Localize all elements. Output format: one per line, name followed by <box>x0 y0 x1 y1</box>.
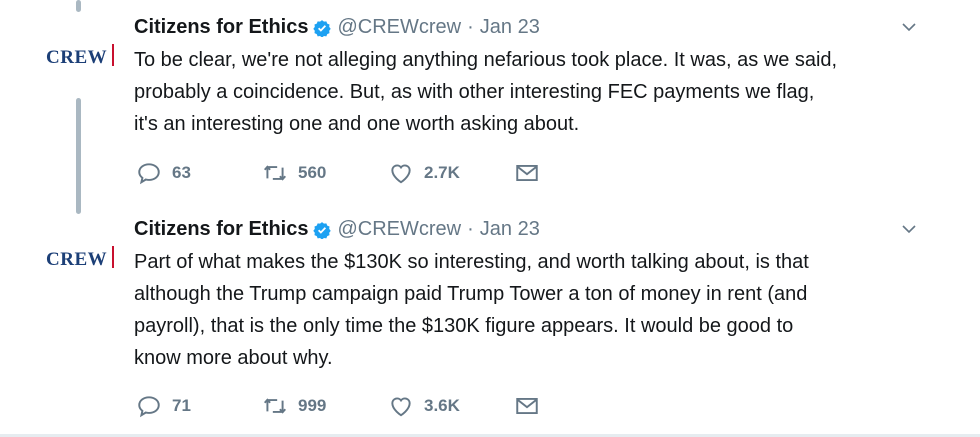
tweet-text-line: payroll), that is the only time the $130… <box>134 315 794 337</box>
retweet-button[interactable]: 999 <box>262 392 326 420</box>
author-handle[interactable]: @CREWcrew <box>337 16 461 39</box>
reply-icon <box>138 163 160 185</box>
retweet-count: 560 <box>298 163 327 182</box>
tweet-text-line: probably a coincidence. But, as with oth… <box>134 81 815 103</box>
heart-icon <box>391 397 411 417</box>
envelope-icon <box>516 164 538 182</box>
like-button[interactable]: 2.7K <box>388 159 460 187</box>
direct-message-button[interactable] <box>514 392 540 420</box>
tweet-date[interactable]: Jan 23 <box>480 218 540 241</box>
separator: · <box>467 218 474 240</box>
reply-button[interactable]: 71 <box>136 392 191 420</box>
thread-line-top <box>76 0 81 12</box>
tweet-text: To be clear, we're not alleging anything… <box>134 44 837 140</box>
author-name[interactable]: Citizens for Ethics <box>134 16 308 39</box>
tweet-date[interactable]: Jan 23 <box>480 16 540 39</box>
avatar-accent-bar <box>112 246 115 268</box>
avatar[interactable]: CREW <box>46 246 115 271</box>
reply-icon <box>138 396 160 418</box>
reply-count: 71 <box>172 396 191 415</box>
chevron-down-icon[interactable] <box>900 220 918 238</box>
tweet-text: Part of what makes the $130K so interest… <box>134 246 809 374</box>
heart-icon <box>391 164 411 184</box>
avatar-accent-bar <box>112 44 115 66</box>
verified-badge-icon <box>313 221 332 239</box>
retweet-icon <box>263 165 287 181</box>
tweet-header: Citizens for Ethics @CREWcrew · Jan 23 <box>134 16 540 39</box>
separator: · <box>467 16 474 38</box>
avatar-text: CREW <box>46 249 108 270</box>
retweet-button[interactable]: 560 <box>262 159 326 187</box>
retweet-icon <box>263 398 287 414</box>
tweet-header: Citizens for Ethics @CREWcrew · Jan 23 <box>134 218 540 241</box>
tweet-text-line: although the Trump campaign paid Trump T… <box>134 283 808 305</box>
author-handle[interactable]: @CREWcrew <box>337 218 461 241</box>
tweet[interactable]: CREW Citizens for Ethics @CREWcrew · Jan… <box>0 218 980 432</box>
tweet-text-line: Part of what makes the $130K so interest… <box>134 251 809 273</box>
author-name[interactable]: Citizens for Ethics <box>134 218 308 241</box>
tweet[interactable]: CREW Citizens for Ethics @CREWcrew · Jan… <box>0 16 980 196</box>
like-count: 2.7K <box>424 163 460 182</box>
chevron-down-icon[interactable] <box>900 18 918 36</box>
retweet-count: 999 <box>298 396 327 415</box>
avatar-text: CREW <box>46 47 108 68</box>
direct-message-button[interactable] <box>514 159 540 187</box>
like-button[interactable]: 3.6K <box>388 392 460 420</box>
tweet-text-line: To be clear, we're not alleging anything… <box>134 49 838 71</box>
verified-badge-icon <box>313 19 332 37</box>
avatar[interactable]: CREW <box>46 44 115 69</box>
reply-button[interactable]: 63 <box>136 159 191 187</box>
envelope-icon <box>516 397 538 415</box>
reply-count: 63 <box>172 163 191 182</box>
tweet-text-line: it's an interesting one and one worth as… <box>134 113 580 135</box>
like-count: 3.6K <box>424 396 460 415</box>
tweet-text-line: know more about why. <box>134 347 333 369</box>
